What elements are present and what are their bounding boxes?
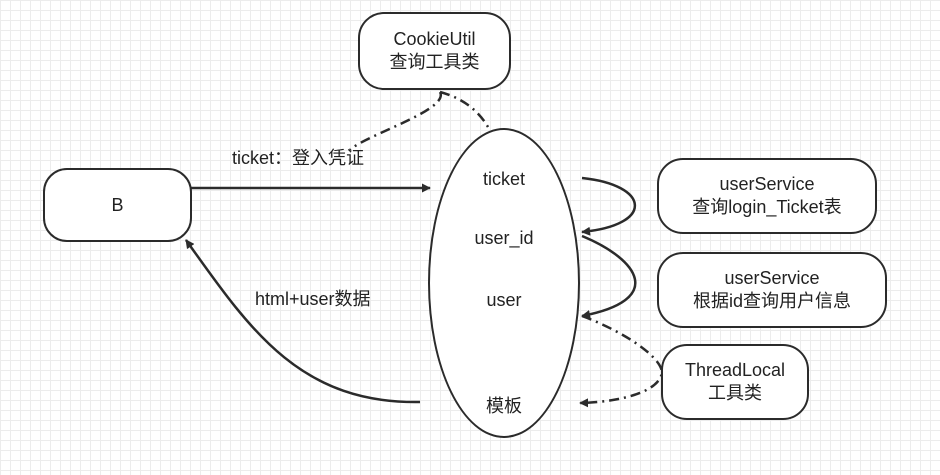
cookie-util-node: CookieUtil 查询工具类 [358,12,511,90]
center-processing-node: ticket user_id user 模板 [428,128,580,438]
thread-local-title: ThreadLocal [684,360,786,380]
ticket-edge-label: ticket：登入凭证 [232,148,365,168]
user-service-ticket-subtitle: 查询login_Ticket表 [692,197,842,217]
thread-local-node: ThreadLocal 工具类 [661,344,809,420]
template-label: 模板 [486,396,522,416]
response-edge-label: html+user数据 [255,289,371,309]
cookie-util-title: CookieUtil [393,29,476,49]
browser-label: B [111,194,124,215]
response-edge [184,239,421,404]
user-service-info-subtitle: 根据id查询用户信息 [692,291,851,311]
thread-local-edge [579,314,664,408]
user-id-label: user_id [474,228,534,248]
user-label: user [486,290,522,310]
cookie-util-subtitle: 查询工具类 [389,52,480,72]
user-id-to-user-edge [581,234,637,319]
user-service-ticket-node: userService 查询login_Ticket表 [657,158,877,234]
user-service-ticket-title: userService [719,174,815,194]
ticket-to-user-id-edge [581,176,637,236]
user-service-info-node: userService 根据id查询用户信息 [657,252,887,328]
ticket-label: ticket [482,169,525,189]
browser-node: B [43,168,192,242]
thread-local-subtitle: 工具类 [708,383,762,403]
user-service-info-title: userService [724,268,820,288]
